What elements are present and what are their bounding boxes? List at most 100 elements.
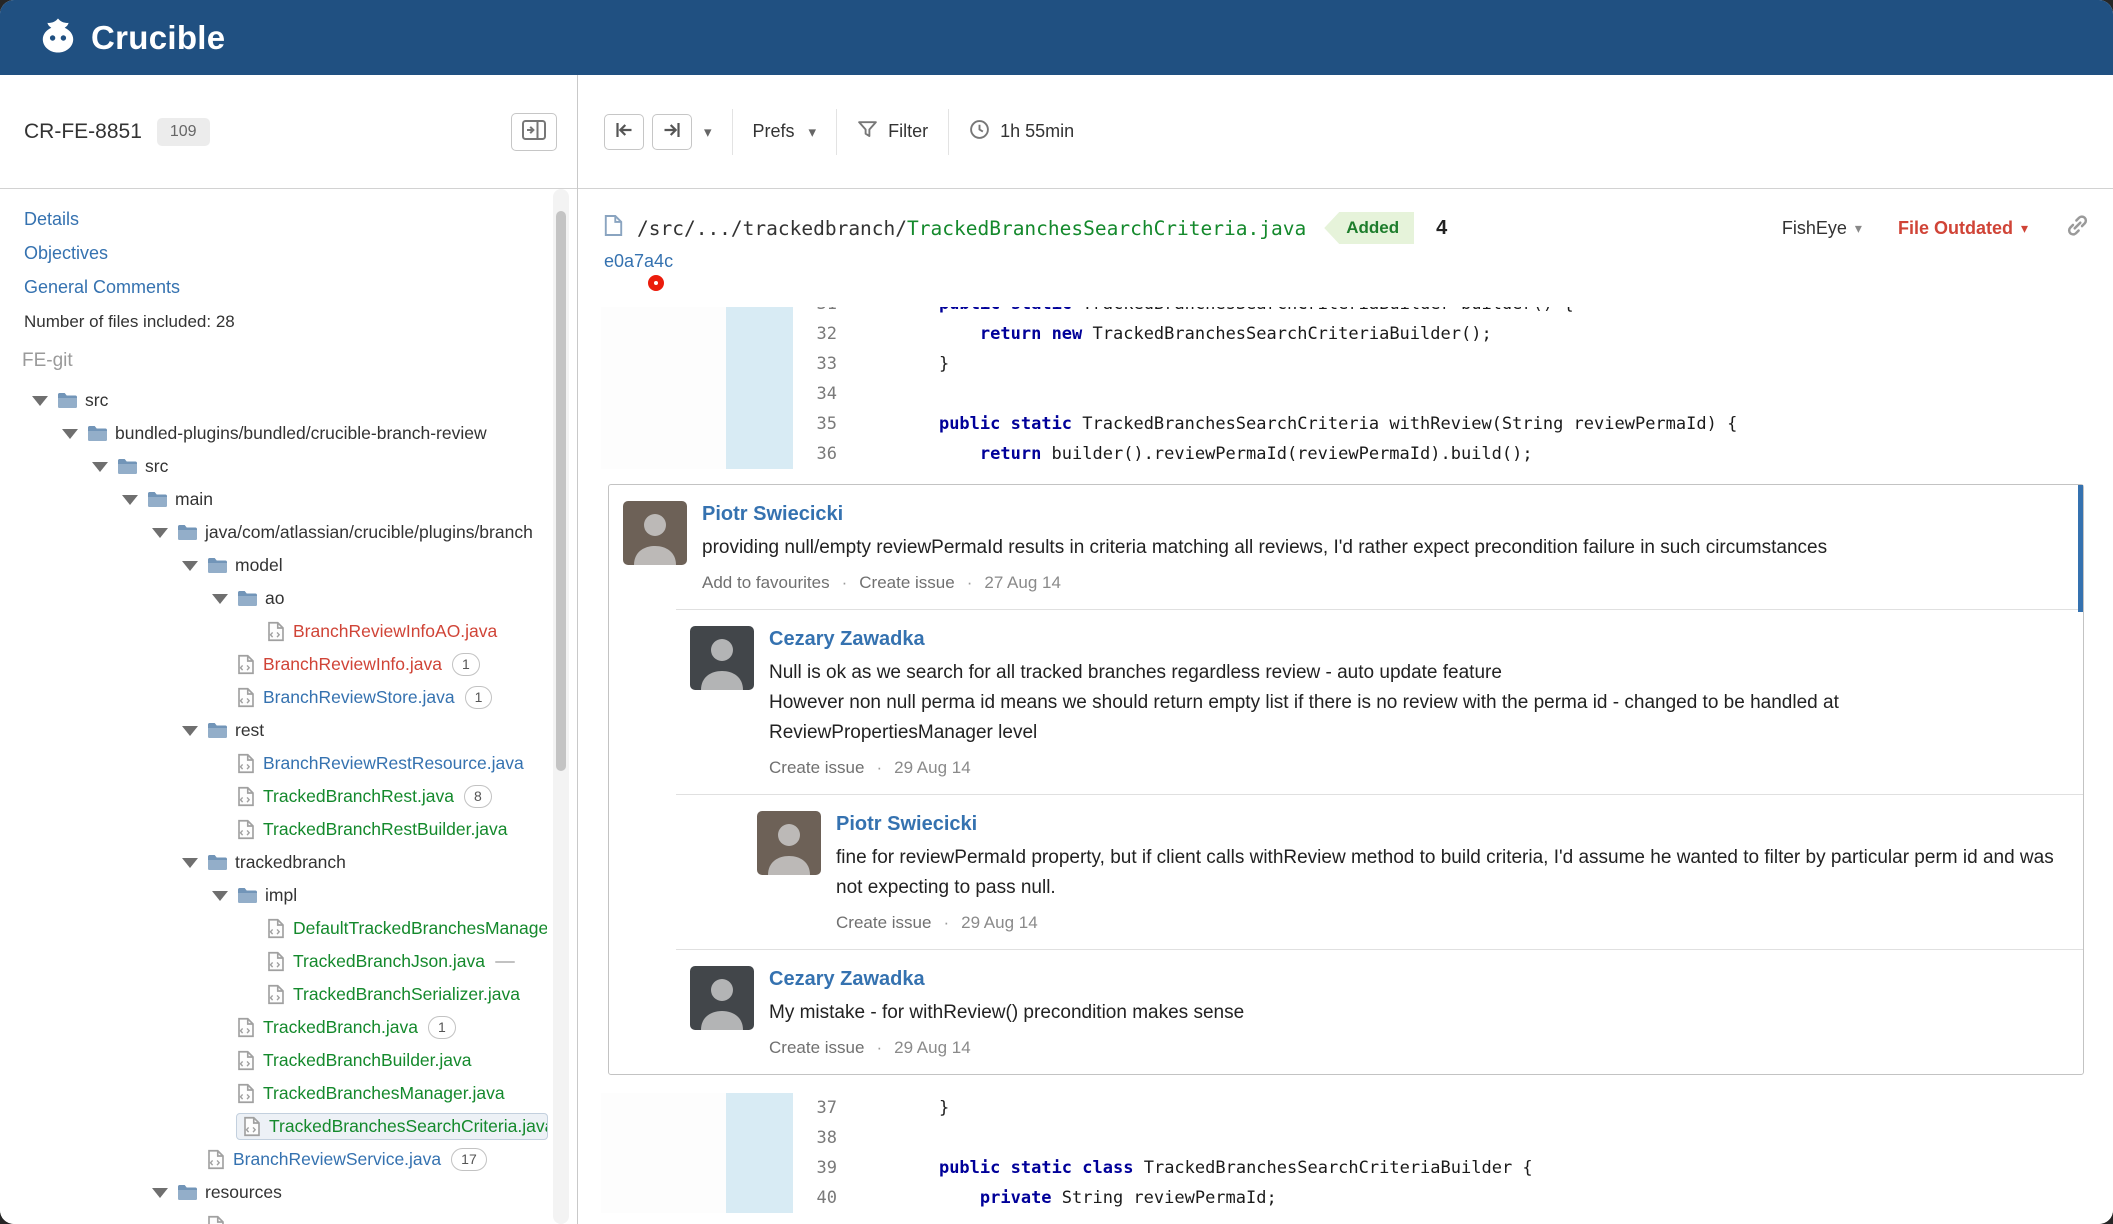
code-line-31[interactable]: 31 public static TrackedBranchesSearchCr… (601, 307, 2098, 319)
tree-file-item[interactable] (0, 1209, 548, 1224)
tree-file-branchreviewinfo-java[interactable]: BranchReviewInfo.java 1 (0, 648, 548, 681)
tree-folder-impl[interactable]: impl (0, 879, 548, 912)
code-line-33[interactable]: 33 } (601, 349, 2098, 379)
tree-folder-main[interactable]: main (0, 483, 548, 516)
tree-item-label: java/com/atlassian/crucible/plugins/bran… (205, 522, 533, 542)
comment-paragraph: providing null/empty reviewPermaId resul… (702, 537, 1828, 558)
expand-triangle-icon[interactable] (122, 494, 138, 505)
tree-folder-ao[interactable]: ao (0, 582, 548, 615)
tree-file-trackedbranchrest-java[interactable]: TrackedBranchRest.java 8 (0, 780, 548, 813)
tree-item-content: java/com/atlassian/crucible/plugins/bran… (176, 519, 541, 546)
expand-triangle-icon[interactable] (152, 527, 168, 538)
comment-footer: Add to favourites · Create issue · 27 Aug 14 (702, 573, 2061, 593)
tree-folder-resources[interactable]: resources (0, 1176, 548, 1209)
line-number[interactable]: 32 (793, 319, 850, 349)
tree-folder-bundled-plugins-bundled-crucible-branch-review[interactable]: bundled-plugins/bundled/crucible-branch-… (0, 417, 548, 450)
line-number[interactable]: 38 (793, 1123, 850, 1153)
file-list-dropdown-caret[interactable]: ▾ (704, 123, 712, 141)
comment-author-link[interactable]: Cezary Zawadka (769, 628, 925, 651)
expand-triangle-icon[interactable] (62, 428, 78, 439)
file-outdated-dropdown[interactable]: File Outdated ▾ (1898, 218, 2028, 239)
sidebar-link-objectives[interactable]: Objectives (24, 243, 577, 264)
gutter-source-column (601, 319, 726, 349)
code-line-35[interactable]: 35 public static TrackedBranchesSearchCr… (601, 409, 2098, 439)
line-number[interactable]: 31 (793, 307, 850, 319)
comment-reply: Cezary Zawadka My mistake - for withRevie… (676, 949, 2083, 1074)
tree-file-branchreviewinfoao-java[interactable]: BranchReviewInfoAO.java (0, 615, 548, 648)
tree-file-defaulttrackedbranchesmanager-java[interactable]: DefaultTrackedBranchesManager.java (0, 912, 548, 945)
tree-file-trackedbranchesmanager-java[interactable]: TrackedBranchesManager.java (0, 1077, 548, 1110)
comment-action-create-issue[interactable]: Create issue (769, 758, 864, 778)
line-number[interactable]: 39 (793, 1153, 850, 1183)
file-icon (207, 1149, 225, 1170)
line-number[interactable]: 37 (793, 1093, 850, 1123)
time-spent-button[interactable]: 1h 55min (969, 119, 1074, 145)
tree-folder-model[interactable]: model (0, 549, 548, 582)
collapse-sidebar-button[interactable] (511, 112, 557, 151)
comment-action-create-issue[interactable]: Create issue (836, 913, 931, 933)
expand-triangle-icon[interactable] (212, 593, 228, 604)
tree-folder-src[interactable]: src (0, 450, 548, 483)
tree-file-branchreviewrestresource-java[interactable]: BranchReviewRestResource.java (0, 747, 548, 780)
next-file-button[interactable] (652, 113, 692, 150)
comment-action-add-to-favourites[interactable]: Add to favourites (702, 573, 830, 593)
expand-triangle-icon[interactable] (152, 1187, 168, 1198)
expand-triangle-icon[interactable] (32, 395, 48, 406)
sidebar-scrollbar-track[interactable] (553, 189, 569, 1224)
main-toolbar: ▾ Prefs ▾ Filter 1h 55min (578, 75, 2113, 189)
tree-folder-java-com-atlassian-crucible-plugins-branch[interactable]: java/com/atlassian/crucible/plugins/bran… (0, 516, 548, 549)
code-line-36[interactable]: 36 return builder().reviewPermaId(review… (601, 439, 2098, 469)
crucible-brand[interactable]: Crucible (38, 15, 225, 60)
tree-file-trackedbranch-java[interactable]: TrackedBranch.java 1 (0, 1011, 548, 1044)
filter-label: Filter (888, 121, 929, 141)
comment-action-create-issue[interactable]: Create issue (769, 1038, 864, 1058)
comment-author-link[interactable]: Piotr Swiecicki (702, 503, 843, 526)
code-text: } (898, 354, 950, 374)
permalink-icon[interactable] (2064, 212, 2091, 244)
fisheye-dropdown[interactable]: FishEye ▾ (1782, 218, 1862, 239)
line-number[interactable]: 36 (793, 439, 850, 469)
tree-file-branchreviewservice-java[interactable]: BranchReviewService.java 17 (0, 1143, 548, 1176)
sidebar-link-details[interactable]: Details (24, 209, 577, 230)
tree-file-trackedbranchserializer-java[interactable]: TrackedBranchSerializer.java (0, 978, 548, 1011)
comment-author-link[interactable]: Cezary Zawadka (769, 968, 925, 991)
tree-file-branchreviewstore-java[interactable]: BranchReviewStore.java 1 (0, 681, 548, 714)
tree-item-content: src (116, 453, 176, 480)
expand-triangle-icon[interactable] (212, 890, 228, 901)
tree-folder-rest[interactable]: rest (0, 714, 548, 747)
tree-file-trackedbranchbuilder-java[interactable]: TrackedBranchBuilder.java (0, 1044, 548, 1077)
comment-action-create-issue[interactable]: Create issue (859, 573, 954, 593)
code-line-34[interactable]: 34 (601, 379, 2098, 409)
expand-triangle-icon[interactable] (92, 461, 108, 472)
code-line-39[interactable]: 39 public static class TrackedBranchesSe… (601, 1153, 2098, 1183)
tree-folder-trackedbranch[interactable]: trackedbranch (0, 846, 548, 879)
line-number[interactable]: 40 (793, 1183, 850, 1213)
commit-hash-link[interactable]: e0a7a4c (604, 251, 673, 271)
review-sidebar: CR-FE-8851 109 Details Objectives General … (0, 75, 578, 1224)
tree-file-trackedbranchjson-java[interactable]: TrackedBranchJson.java (0, 945, 548, 978)
code-line-38[interactable]: 38 (601, 1123, 2098, 1153)
sidebar-link-general-comments[interactable]: General Comments (24, 277, 577, 298)
tree-file-trackedbranchessearchcriteria-java[interactable]: TrackedBranchesSearchCriteria.java (0, 1110, 548, 1143)
tree-folder-src[interactable]: src (0, 384, 548, 417)
comment-author-link[interactable]: Piotr Swiecicki (836, 813, 977, 836)
prefs-dropdown[interactable]: Prefs ▾ (753, 121, 817, 142)
previous-file-button[interactable] (604, 113, 644, 150)
gutter-added-column (726, 349, 793, 379)
line-number[interactable]: 34 (793, 379, 850, 409)
expand-triangle-icon[interactable] (182, 857, 198, 868)
filter-button[interactable]: Filter (857, 119, 928, 145)
gutter-added-column (726, 307, 793, 319)
code-line-37[interactable]: 37 } (601, 1093, 2098, 1123)
expand-triangle-icon[interactable] (182, 725, 198, 736)
comment-reply: Piotr Swiecicki fine for reviewPermaId pr… (676, 794, 2083, 949)
expand-triangle-icon[interactable] (182, 560, 198, 571)
code-line-32[interactable]: 32 return new TrackedBranchesSearchCrite… (601, 319, 2098, 349)
sidebar-scrollbar-thumb[interactable] (556, 211, 566, 771)
tree-file-trackedbranchrestbuilder-java[interactable]: TrackedBranchRestBuilder.java (0, 813, 548, 846)
line-number[interactable]: 35 (793, 409, 850, 439)
code-line-40[interactable]: 40 private String reviewPermaId; (601, 1183, 2098, 1213)
line-number[interactable]: 33 (793, 349, 850, 379)
comment-reply: Cezary Zawadka Null is ok as we search fo… (676, 609, 2083, 794)
